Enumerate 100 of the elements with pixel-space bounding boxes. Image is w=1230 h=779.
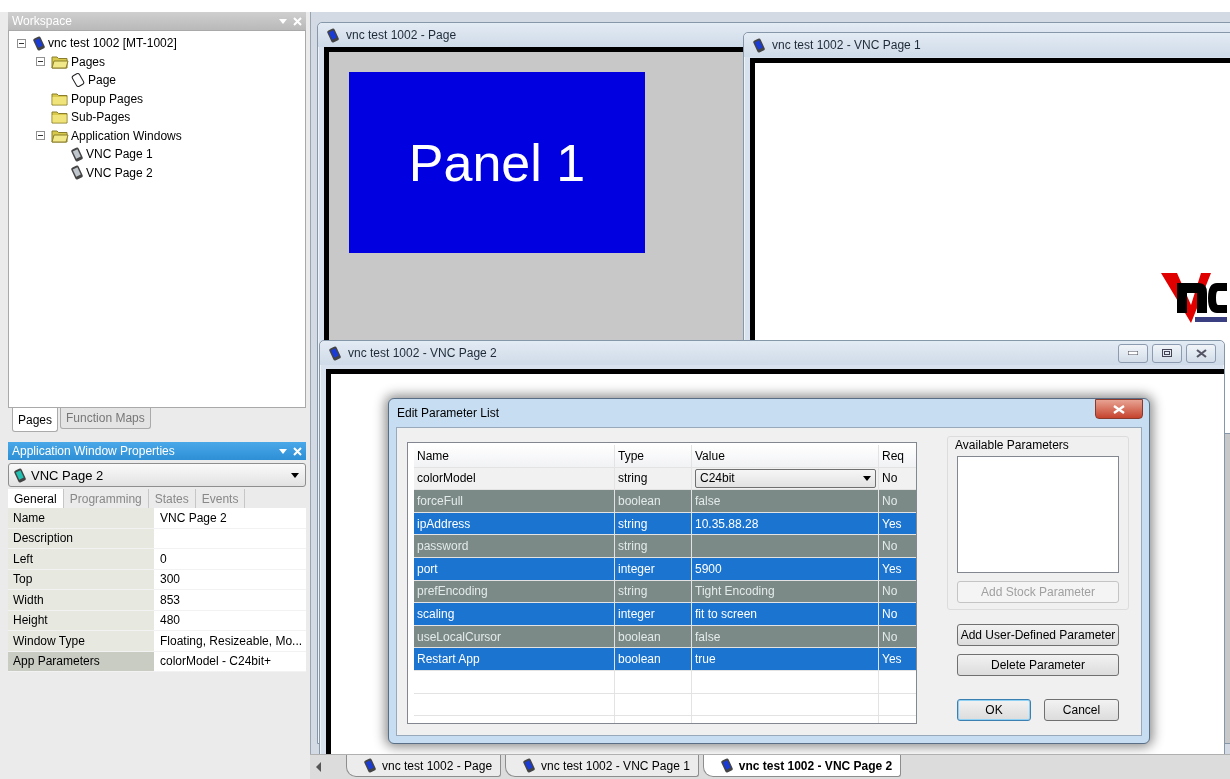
- property-name[interactable]: Name: [8, 508, 154, 528]
- maximize-icon: [1162, 349, 1172, 357]
- property-value[interactable]: 300: [154, 569, 306, 589]
- table-cell: port: [417, 561, 438, 576]
- table-row[interactable]: Restart App boolean true Yes: [414, 648, 916, 671]
- close-icon: [1113, 404, 1125, 414]
- tree-item[interactable]: Popup Pages: [71, 91, 144, 106]
- property-tab[interactable]: General: [8, 489, 64, 508]
- dialog-button[interactable]: OK: [957, 699, 1031, 721]
- table-cell: integer: [618, 561, 655, 576]
- property-value[interactable]: 480: [154, 610, 306, 630]
- available-list[interactable]: [957, 456, 1119, 574]
- tree-item[interactable]: Pages: [71, 54, 106, 69]
- maximize-button[interactable]: [1152, 343, 1182, 363]
- table-cell: integer: [618, 606, 655, 621]
- table-cell: string: [618, 584, 648, 599]
- minus-icon: [19, 40, 24, 46]
- expand-toggle[interactable]: [17, 38, 26, 48]
- property-name[interactable]: Top: [8, 569, 154, 589]
- table-cell: useLocalCursor: [417, 629, 502, 644]
- device-icon: [522, 758, 537, 773]
- document-tab[interactable]: vnc test 1002 - VNC Page 2: [702, 755, 902, 777]
- property-value[interactable]: 853: [154, 590, 306, 610]
- property-value[interactable]: 0: [154, 549, 306, 569]
- close-icon[interactable]: [293, 446, 302, 456]
- folder-icon: [51, 128, 69, 143]
- table-cell: string: [618, 516, 648, 531]
- property-name[interactable]: Height: [8, 610, 154, 630]
- property-value[interactable]: colorModel - C24bit+: [154, 651, 306, 671]
- folder-icon: [51, 54, 69, 69]
- scroll-left-icon[interactable]: [316, 762, 322, 772]
- table-cell: true: [695, 652, 716, 667]
- close-button[interactable]: [1186, 343, 1216, 363]
- caret-icon: [291, 472, 299, 478]
- column-header[interactable]: Value: [692, 445, 879, 467]
- table-cell: boolean: [618, 494, 661, 508]
- table-cell: boolean: [618, 652, 661, 667]
- column-header[interactable]: Req: [879, 445, 916, 467]
- tree-item[interactable]: Sub-Pages: [71, 110, 131, 125]
- table-cell: colorModel: [417, 471, 476, 486]
- dialog-title: Edit Parameter List: [397, 406, 500, 420]
- table-row[interactable]: colorModel string C24bit No: [414, 467, 916, 491]
- property-name[interactable]: Window Type: [8, 631, 154, 651]
- table-cell: boolean: [618, 629, 661, 644]
- dialog-button[interactable]: Add User-Defined Parameter: [957, 624, 1119, 646]
- device-icon: [719, 758, 734, 773]
- expand-toggle[interactable]: [36, 131, 45, 141]
- close-icon: [1195, 348, 1207, 358]
- value-dropdown[interactable]: C24bit: [695, 468, 876, 488]
- table-cell: password: [417, 539, 469, 554]
- table-cell: forceFull: [417, 494, 463, 508]
- table-cell: 5900: [695, 561, 722, 576]
- table-cell: No: [882, 539, 898, 554]
- pane-title: Workspace: [12, 14, 72, 28]
- table-cell: string: [618, 471, 648, 486]
- table-cell: No: [882, 606, 898, 621]
- property-value[interactable]: Floating, Resizeable, Mo...: [154, 631, 306, 651]
- pane-tab[interactable]: Pages: [12, 408, 59, 432]
- tree-item[interactable]: vnc test 1002 [MT-1002]: [48, 36, 177, 51]
- table-cell: string: [618, 539, 648, 554]
- table-cell: prefEncoding: [417, 584, 488, 599]
- table-cell: fit to screen: [695, 606, 758, 621]
- panel: Panel 1: [349, 72, 645, 253]
- table-cell: false: [695, 629, 721, 644]
- tree-item[interactable]: VNC Page 2: [86, 165, 153, 180]
- caret-icon: [863, 475, 871, 481]
- property-value[interactable]: VNC Page 2: [154, 508, 306, 528]
- device-icon: [328, 345, 342, 361]
- document-tab[interactable]: vnc test 1002 - Page: [346, 755, 502, 777]
- close-button[interactable]: [1095, 399, 1143, 419]
- property-name[interactable]: App Parameters: [8, 651, 154, 671]
- expand-toggle[interactable]: [36, 57, 45, 67]
- pane-title: Application Window Properties: [12, 444, 175, 458]
- table-cell: No: [882, 629, 898, 644]
- tree-item[interactable]: Application Windows: [71, 128, 182, 143]
- device-icon: [32, 35, 46, 51]
- object-selector[interactable]: VNC Page 2: [8, 463, 306, 487]
- device-icon: [13, 467, 27, 483]
- column-header[interactable]: Name: [414, 445, 615, 467]
- dropdown-icon: [279, 448, 287, 454]
- table-row[interactable]: port integer 5900 Yes: [414, 557, 916, 581]
- table-cell: No: [882, 471, 898, 486]
- table-row[interactable]: ipAddress string 10.35.88.28 Yes: [414, 512, 916, 536]
- property-name[interactable]: Description: [8, 528, 154, 548]
- property-name[interactable]: Left: [8, 549, 154, 569]
- tree-item[interactable]: VNC Page 1: [86, 147, 153, 162]
- tree-item[interactable]: Page: [88, 73, 117, 88]
- dialog-button[interactable]: Delete Parameter: [957, 654, 1119, 676]
- dropdown-icon: [279, 18, 287, 24]
- folder-icon: [51, 91, 69, 106]
- document-tab[interactable]: vnc test 1002 - VNC Page 1: [505, 755, 699, 777]
- minimize-icon: [1128, 351, 1138, 355]
- pane-tab[interactable]: Function Maps: [60, 408, 151, 429]
- property-name[interactable]: Width: [8, 590, 154, 610]
- device-icon: [752, 37, 766, 53]
- table-row[interactable]: scaling integer fit to screen No: [414, 603, 916, 626]
- table-cell: No: [882, 584, 898, 599]
- column-header[interactable]: Type: [615, 445, 692, 467]
- dialog-button[interactable]: Cancel: [1044, 699, 1119, 721]
- table-cell: Yes: [882, 652, 902, 667]
